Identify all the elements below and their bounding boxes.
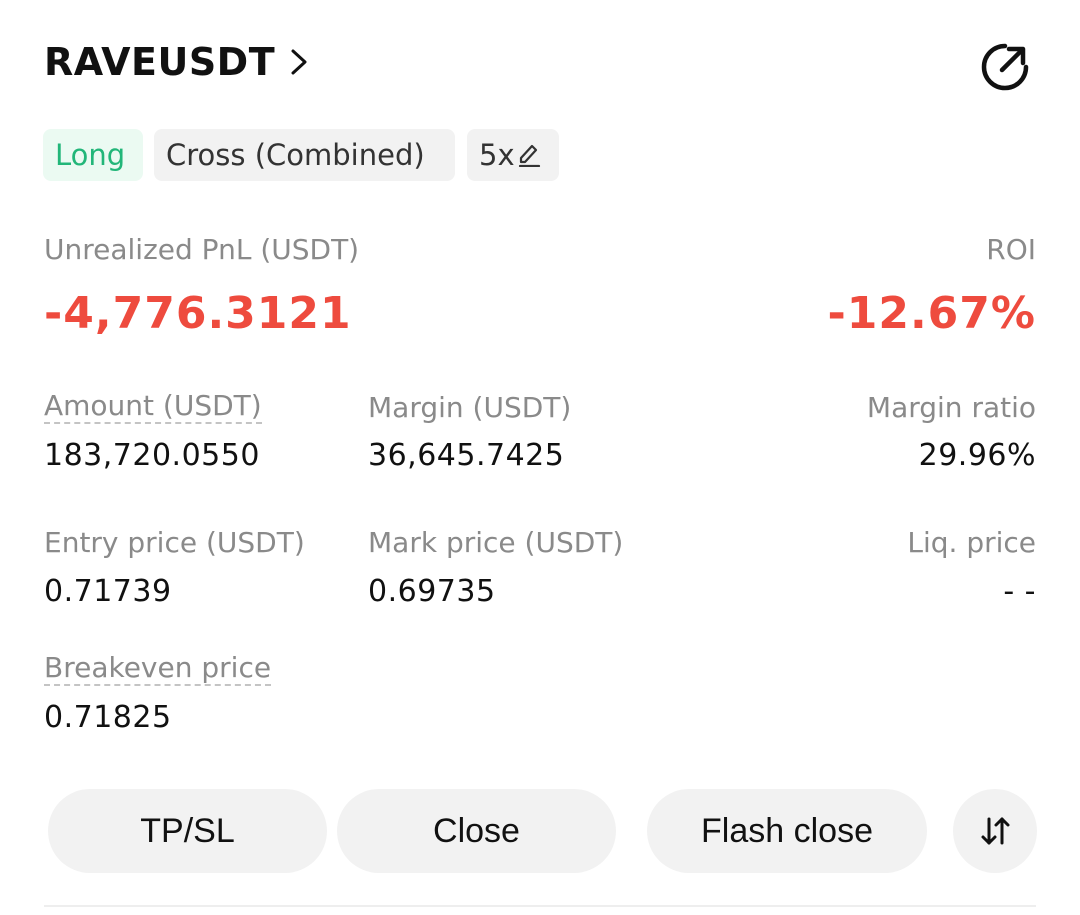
chevron-right-icon[interactable]: [286, 42, 312, 82]
tpsl-button[interactable]: TP/SL: [48, 789, 327, 873]
close-button[interactable]: Close: [337, 789, 616, 873]
leverage-value: 5x: [479, 138, 515, 172]
unrealized-pnl-label: Unrealized PnL (USDT): [44, 233, 360, 266]
side-badge: Long: [43, 129, 143, 181]
breakeven-price-value: 0.71825: [44, 700, 172, 735]
liq-price-label: Liq. price: [907, 526, 1036, 559]
amount-label[interactable]: Amount (USDT): [44, 390, 262, 424]
symbol-title[interactable]: RAVEUSDT: [44, 38, 275, 86]
bottom-divider: [44, 905, 1036, 907]
pencil-icon[interactable]: [517, 141, 541, 167]
share-icon[interactable]: [978, 40, 1032, 94]
mark-price-value: 0.69735: [368, 574, 496, 609]
amount-value: 183,720.0550: [44, 438, 260, 473]
roi-label: ROI: [986, 233, 1036, 266]
margin-label: Margin (USDT): [368, 391, 572, 424]
leverage-badge[interactable]: 5x: [467, 129, 559, 181]
margin-ratio-value: 29.96%: [918, 438, 1036, 473]
margin-value: 36,645.7425: [368, 438, 565, 473]
liq-price-value: - -: [1003, 574, 1036, 609]
roi-value: -12.67%: [827, 288, 1036, 339]
entry-price-value: 0.71739: [44, 574, 172, 609]
margin-ratio-label: Margin ratio: [866, 391, 1036, 424]
mark-price-label: Mark price (USDT): [368, 526, 624, 559]
swap-arrows-icon: [981, 817, 1010, 845]
entry-price-label: Entry price (USDT): [44, 526, 305, 559]
margin-mode-badge: Cross (Combined): [154, 129, 455, 181]
reverse-position-button[interactable]: [953, 789, 1037, 873]
position-card: RAVEUSDT Long Cross (Combined) 5x Unreal…: [0, 0, 1080, 915]
unrealized-pnl-value: -4,776.3121: [44, 288, 352, 339]
flash-close-button[interactable]: Flash close: [647, 789, 927, 873]
breakeven-price-label[interactable]: Breakeven price: [44, 652, 272, 686]
